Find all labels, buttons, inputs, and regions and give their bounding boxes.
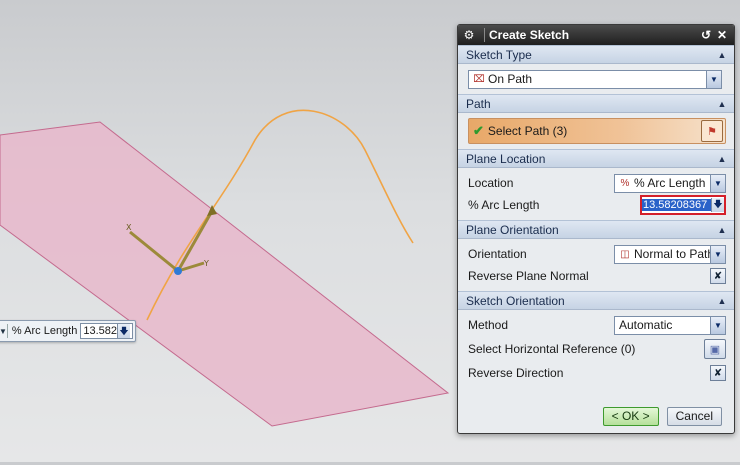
dialog-title: Create Sketch	[489, 28, 570, 42]
collapse-icon[interactable]: ▲	[716, 225, 728, 235]
chevron-down-icon[interactable]: ▼	[710, 245, 725, 263]
arc-length-input[interactable]: 13.58208367 🡇	[640, 195, 726, 215]
collapse-icon[interactable]: ▲	[716, 99, 728, 109]
sketch-type-select[interactable]: ⌧ On Path ▼	[468, 69, 722, 89]
sketch-type-value: On Path	[488, 72, 533, 86]
floating-arc-length-input[interactable]: ▼ % Arc Length 13.582 🡇	[0, 320, 136, 342]
location-select[interactable]: % % Arc Length ▼	[614, 173, 726, 193]
chevron-down-icon[interactable]: ▼	[710, 174, 725, 192]
orientation-value: Normal to Path	[634, 247, 710, 261]
create-sketch-dialog: ⚙ Create Sketch ↺ ✕ Sketch Type ▲ ⌧ On P…	[457, 24, 735, 434]
group-body-plane-location: Location % % Arc Length ▼ % Arc Length 1…	[458, 168, 734, 220]
chevron-down-icon[interactable]: ▼	[706, 70, 721, 88]
group-header-plane-orientation[interactable]: Plane Orientation ▲	[458, 220, 734, 239]
floating-input-label: % Arc Length	[11, 325, 78, 337]
down-arrow-icon[interactable]: 🡇	[117, 324, 131, 338]
orientation-label: Orientation	[468, 247, 527, 261]
sketch-plane[interactable]	[0, 121, 450, 427]
floating-input-value[interactable]: 13.582 🡇	[80, 323, 134, 339]
titlebar-separator	[484, 28, 485, 42]
arc-length-label: % Arc Length	[468, 198, 540, 212]
group-title: Sketch Orientation	[466, 293, 565, 308]
floating-input-number[interactable]: 13.582	[83, 324, 117, 338]
normal-to-path-icon: ◫	[620, 248, 630, 260]
select-path-label: Select Path (3)	[487, 124, 568, 138]
collapse-icon[interactable]: ▲	[716, 50, 728, 60]
group-header-path[interactable]: Path ▲	[458, 94, 734, 113]
group-header-plane-location[interactable]: Plane Location ▲	[458, 149, 734, 168]
ok-button[interactable]: < OK >	[602, 406, 659, 426]
reverse-direction-icon[interactable]: ✘	[710, 268, 726, 284]
reverse-direction-label: Reverse Direction	[468, 366, 564, 380]
group-title: Sketch Type	[466, 47, 532, 62]
reverse-plane-normal-label: Reverse Plane Normal	[468, 269, 589, 283]
select-path-row[interactable]: ✔ Select Path (3) ⚑	[468, 118, 726, 144]
group-body-plane-orientation: Orientation ◫ Normal to Path ▼ Reverse P…	[458, 239, 734, 291]
cancel-button[interactable]: Cancel	[666, 406, 722, 426]
percent-arc-icon: %	[620, 177, 630, 189]
collapse-icon[interactable]: ▲	[716, 296, 728, 306]
collapse-icon[interactable]: ▲	[716, 154, 728, 164]
reverse-direction-icon[interactable]: ✘	[710, 365, 726, 381]
method-select[interactable]: Automatic ▼	[614, 315, 726, 335]
on-path-icon: ⌧	[473, 73, 485, 85]
group-body-path: ✔ Select Path (3) ⚑	[458, 113, 734, 149]
check-icon: ✔	[473, 123, 484, 138]
location-value: % Arc Length	[634, 176, 706, 190]
gear-icon[interactable]: ⚙	[462, 28, 476, 42]
y-axis-label: Y	[203, 259, 209, 268]
method-value: Automatic	[619, 318, 673, 332]
down-arrow-icon[interactable]: 🡇	[711, 198, 724, 212]
curve-rule-icon[interactable]: ⚑	[701, 120, 723, 142]
group-title: Plane Location	[466, 151, 546, 166]
group-header-sketch-orientation[interactable]: Sketch Orientation ▲	[458, 291, 734, 310]
group-header-sketch-type[interactable]: Sketch Type ▲	[458, 45, 734, 64]
group-title: Plane Orientation	[466, 222, 559, 237]
location-label: Location	[468, 176, 514, 190]
group-body-sketch-orientation: Method Automatic ▼ Select Horizontal Ref…	[458, 310, 734, 388]
x-axis-label: X	[126, 223, 132, 232]
close-icon[interactable]: ✕	[714, 27, 730, 43]
dialog-footer: < OK > Cancel	[458, 399, 734, 433]
cube-icon[interactable]: ▣	[704, 339, 726, 359]
chevron-down-icon[interactable]: ▼	[710, 316, 725, 334]
dialog-titlebar[interactable]: ⚙ Create Sketch ↺ ✕	[458, 25, 734, 45]
orientation-select[interactable]: ◫ Normal to Path ▼	[614, 244, 726, 264]
method-label: Method	[468, 318, 509, 332]
group-body-sketch-type: ⌧ On Path ▼	[458, 64, 734, 94]
horizontal-reference-label: Select Horizontal Reference (0)	[468, 342, 636, 356]
group-title: Path	[466, 96, 491, 111]
reset-icon[interactable]: ↺	[698, 27, 714, 43]
arc-length-value[interactable]: 13.58208367	[642, 199, 711, 211]
dropdown-arrow-icon[interactable]: ▼	[0, 324, 8, 338]
